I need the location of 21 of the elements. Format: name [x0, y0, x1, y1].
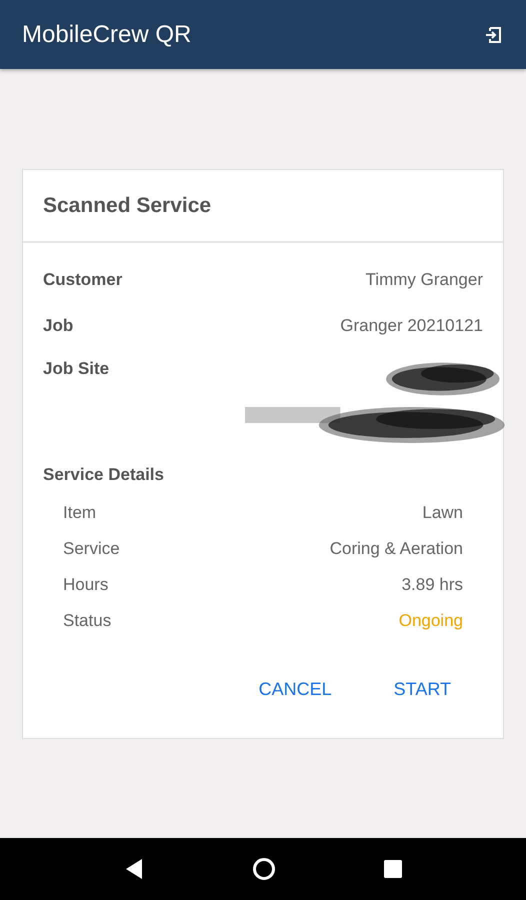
- detail-label: Hours: [63, 575, 108, 595]
- detail-label: Service: [63, 539, 120, 559]
- detail-label: Item: [63, 503, 96, 523]
- start-button[interactable]: START: [388, 673, 457, 706]
- section-title: Service Details: [43, 464, 165, 486]
- field-value: Timmy Granger: [366, 270, 483, 290]
- home-icon[interactable]: [252, 857, 276, 881]
- field-label: Job: [43, 316, 74, 336]
- app-title: MobileCrew QR: [22, 20, 192, 48]
- detail-value: 3.89 hrs: [402, 575, 463, 595]
- field-value: Granger 20210121: [340, 316, 483, 336]
- field-label: Customer: [43, 270, 122, 290]
- detail-value: Lawn: [422, 503, 463, 523]
- field-label: Job Site: [43, 359, 110, 379]
- card-title: Scanned Service: [43, 194, 212, 218]
- back-icon[interactable]: [124, 858, 144, 880]
- detail-label: Status: [63, 611, 112, 631]
- status-value: Ongoing: [398, 611, 463, 631]
- detail-value: Coring & Aeration: [330, 539, 463, 559]
- logout-icon[interactable]: [484, 24, 504, 44]
- cancel-button[interactable]: CANCEL: [252, 673, 338, 706]
